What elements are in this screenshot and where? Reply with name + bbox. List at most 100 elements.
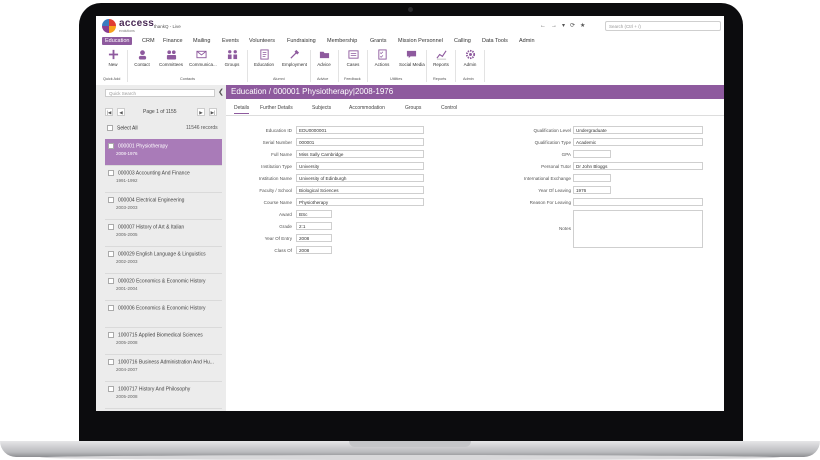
groups-button[interactable]: Groups <box>220 49 244 67</box>
employment-button[interactable]: Employment <box>282 49 307 67</box>
menu-membership[interactable]: Membership <box>327 38 357 44</box>
record-item[interactable]: 1000716 Business Administration And Hu..… <box>105 355 222 382</box>
contact-button[interactable]: Contact <box>130 49 154 67</box>
menu-education[interactable]: Education <box>102 37 133 45</box>
first-page-button[interactable]: |◀ <box>105 108 113 116</box>
field-label: Qualification Level <box>533 128 571 133</box>
instance-name: thankQ - Live <box>154 24 181 29</box>
communications-button[interactable]: Communica... <box>189 49 217 67</box>
record-item[interactable]: 000020 Economics & Economic History 2001… <box>105 274 222 301</box>
quick-search-input[interactable]: Quick Search <box>105 89 215 97</box>
select-all-checkbox[interactable] <box>107 125 113 131</box>
institution-type-field[interactable]: University <box>296 162 424 170</box>
tab-control[interactable]: Control <box>441 105 457 111</box>
menu-admin[interactable]: Admin <box>519 38 535 44</box>
chart-icon <box>435 50 447 60</box>
dropdown-icon[interactable]: ▾ <box>562 23 567 29</box>
class-of-field[interactable]: 2008 <box>296 246 332 254</box>
record-checkbox[interactable] <box>108 332 114 338</box>
field-label: Award <box>279 212 292 217</box>
full-name-field[interactable]: Miss Sally Cambridge <box>296 150 424 158</box>
admin-button[interactable]: Admin <box>458 49 482 67</box>
grade-field[interactable]: 2:1 <box>296 222 332 230</box>
last-page-button[interactable]: ▶| <box>209 108 217 116</box>
refresh-icon[interactable]: ⟳ <box>570 23 577 29</box>
record-item[interactable]: 000029 English Language & Linguistics 20… <box>105 247 222 274</box>
record-checkbox[interactable] <box>108 143 114 149</box>
envelope-icon <box>195 50 207 59</box>
cases-button[interactable]: Cases <box>341 49 365 67</box>
record-years: 1991-1992 <box>116 178 138 184</box>
tab-groups[interactable]: Groups <box>405 105 421 111</box>
field-label: Full Name <box>271 152 292 157</box>
notes-field[interactable] <box>573 210 703 248</box>
international-exchange-field[interactable] <box>573 174 611 182</box>
faculty-school-field[interactable]: Biological Sciences <box>296 186 424 194</box>
record-item[interactable]: 1000715 Applied Biomedical Sciences 2005… <box>105 328 222 355</box>
reports-button[interactable]: Reports <box>429 49 453 67</box>
favourite-icon[interactable]: ★ <box>580 23 587 29</box>
personal-tutor-field[interactable]: Dr John Bloggs <box>573 162 703 170</box>
cases-icon <box>347 50 359 59</box>
social-media-button[interactable]: Social Media <box>399 49 425 67</box>
prev-page-button[interactable]: ◀ <box>117 108 125 116</box>
institution-name-field[interactable]: University of Edinburgh <box>296 174 424 182</box>
menu-mission-personnel[interactable]: Mission Personnel <box>398 38 443 44</box>
course-name-field[interactable]: Physiotherapy <box>296 198 424 206</box>
menu-crm[interactable]: CRM <box>142 38 155 44</box>
qualification-type-field[interactable]: Academic <box>573 138 703 146</box>
menu-fundraising[interactable]: Fundraising <box>287 38 316 44</box>
back-icon[interactable]: ← <box>540 23 548 29</box>
record-checkbox[interactable] <box>108 278 114 284</box>
serial-number-field[interactable]: 000001 <box>296 138 424 146</box>
record-checkbox[interactable] <box>108 170 114 176</box>
record-item[interactable]: 1000717 History And Philosophy 2005-2008 <box>105 382 222 409</box>
year-of-leaving-field[interactable]: 1976 <box>573 186 611 194</box>
record-title: 1000715 Applied Biomedical Sciences <box>118 332 203 339</box>
record-years: 2001-2004 <box>116 286 138 292</box>
menu-finance[interactable]: Finance <box>163 38 183 44</box>
forward-icon[interactable]: → <box>551 23 559 29</box>
menu-events[interactable]: Events <box>222 38 239 44</box>
education-button[interactable]: Education <box>252 49 276 67</box>
collapse-sidebar-icon[interactable]: ❮ <box>218 88 224 96</box>
tab-subjects[interactable]: Subjects <box>312 105 331 111</box>
menu-data-tools[interactable]: Data Tools <box>482 38 508 44</box>
committees-button[interactable]: Committees <box>159 49 183 67</box>
menu-grants[interactable]: Grants <box>370 38 387 44</box>
social-media-label: Social Media <box>399 62 425 67</box>
record-checkbox[interactable] <box>108 305 114 311</box>
reason-for-leaving-field[interactable] <box>573 198 703 206</box>
record-checkbox[interactable] <box>108 224 114 230</box>
gpa-field[interactable] <box>573 150 611 158</box>
record-item[interactable]: 000007 History of Art & Italian 2005-200… <box>105 220 222 247</box>
menu-mailing[interactable]: Mailing <box>193 38 210 44</box>
field-label: Qualification Type <box>534 140 571 145</box>
qualification-level-field[interactable]: Undergraduate <box>573 126 703 134</box>
select-all[interactable]: Select All <box>107 125 138 131</box>
record-item[interactable]: 000001 Physiotherapy 2008-1976 <box>105 139 222 166</box>
record-checkbox[interactable] <box>108 359 114 365</box>
record-checkbox[interactable] <box>108 197 114 203</box>
tab-further-details[interactable]: Further Details <box>260 105 293 111</box>
select-all-label: Select All <box>117 125 138 132</box>
education-id-field[interactable]: EDU0000001 <box>296 126 424 134</box>
record-item[interactable]: 000006 Economics & Economic History <box>105 301 222 328</box>
advice-button[interactable]: Advice <box>312 49 336 67</box>
page-title: Education / 000001 Physiotherapy|2008-19… <box>231 87 394 96</box>
next-page-button[interactable]: ▶ <box>197 108 205 116</box>
tab-accommodation[interactable]: Accommodation <box>349 105 385 111</box>
new-button[interactable]: New <box>101 49 125 67</box>
actions-button[interactable]: Actions <box>370 49 394 67</box>
ribbon-separator <box>127 50 128 82</box>
award-field[interactable]: BSc <box>296 210 332 218</box>
year-of-entry-field[interactable]: 2008 <box>296 234 332 242</box>
tab-details[interactable]: Details <box>234 105 250 114</box>
record-item[interactable]: 000004 Electrical Engineering 2003-2003 <box>105 193 222 220</box>
global-search-input[interactable]: Search (Ctrl + /) <box>605 21 721 31</box>
record-item[interactable]: 000003 Accounting And Finance 1991-1992 <box>105 166 222 193</box>
menu-volunteers[interactable]: Volunteers <box>249 38 275 44</box>
record-checkbox[interactable] <box>108 386 114 392</box>
menu-calling[interactable]: Calling <box>454 38 471 44</box>
record-checkbox[interactable] <box>108 251 114 257</box>
